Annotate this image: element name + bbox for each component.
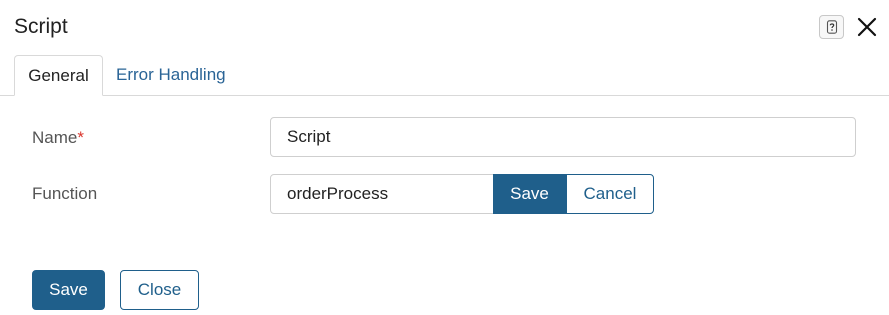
tab-error-handling[interactable]: Error Handling <box>116 55 226 96</box>
name-label: Name* <box>32 127 84 149</box>
name-label-text: Name <box>32 128 78 147</box>
help-button[interactable] <box>819 15 844 39</box>
function-label: Function <box>32 184 98 203</box>
close-button[interactable] <box>854 14 880 40</box>
required-marker: * <box>77 128 84 147</box>
name-input[interactable] <box>270 117 856 157</box>
close-dialog-button[interactable]: Close <box>120 270 199 310</box>
function-input[interactable] <box>270 174 494 214</box>
question-mark-icon <box>826 20 837 34</box>
function-cancel-button[interactable]: Cancel <box>566 174 654 214</box>
close-icon <box>857 17 877 37</box>
function-save-button[interactable]: Save <box>493 174 566 214</box>
dialog-title: Script <box>14 15 68 38</box>
save-button[interactable]: Save <box>32 270 105 310</box>
tab-general[interactable]: General <box>14 55 103 96</box>
